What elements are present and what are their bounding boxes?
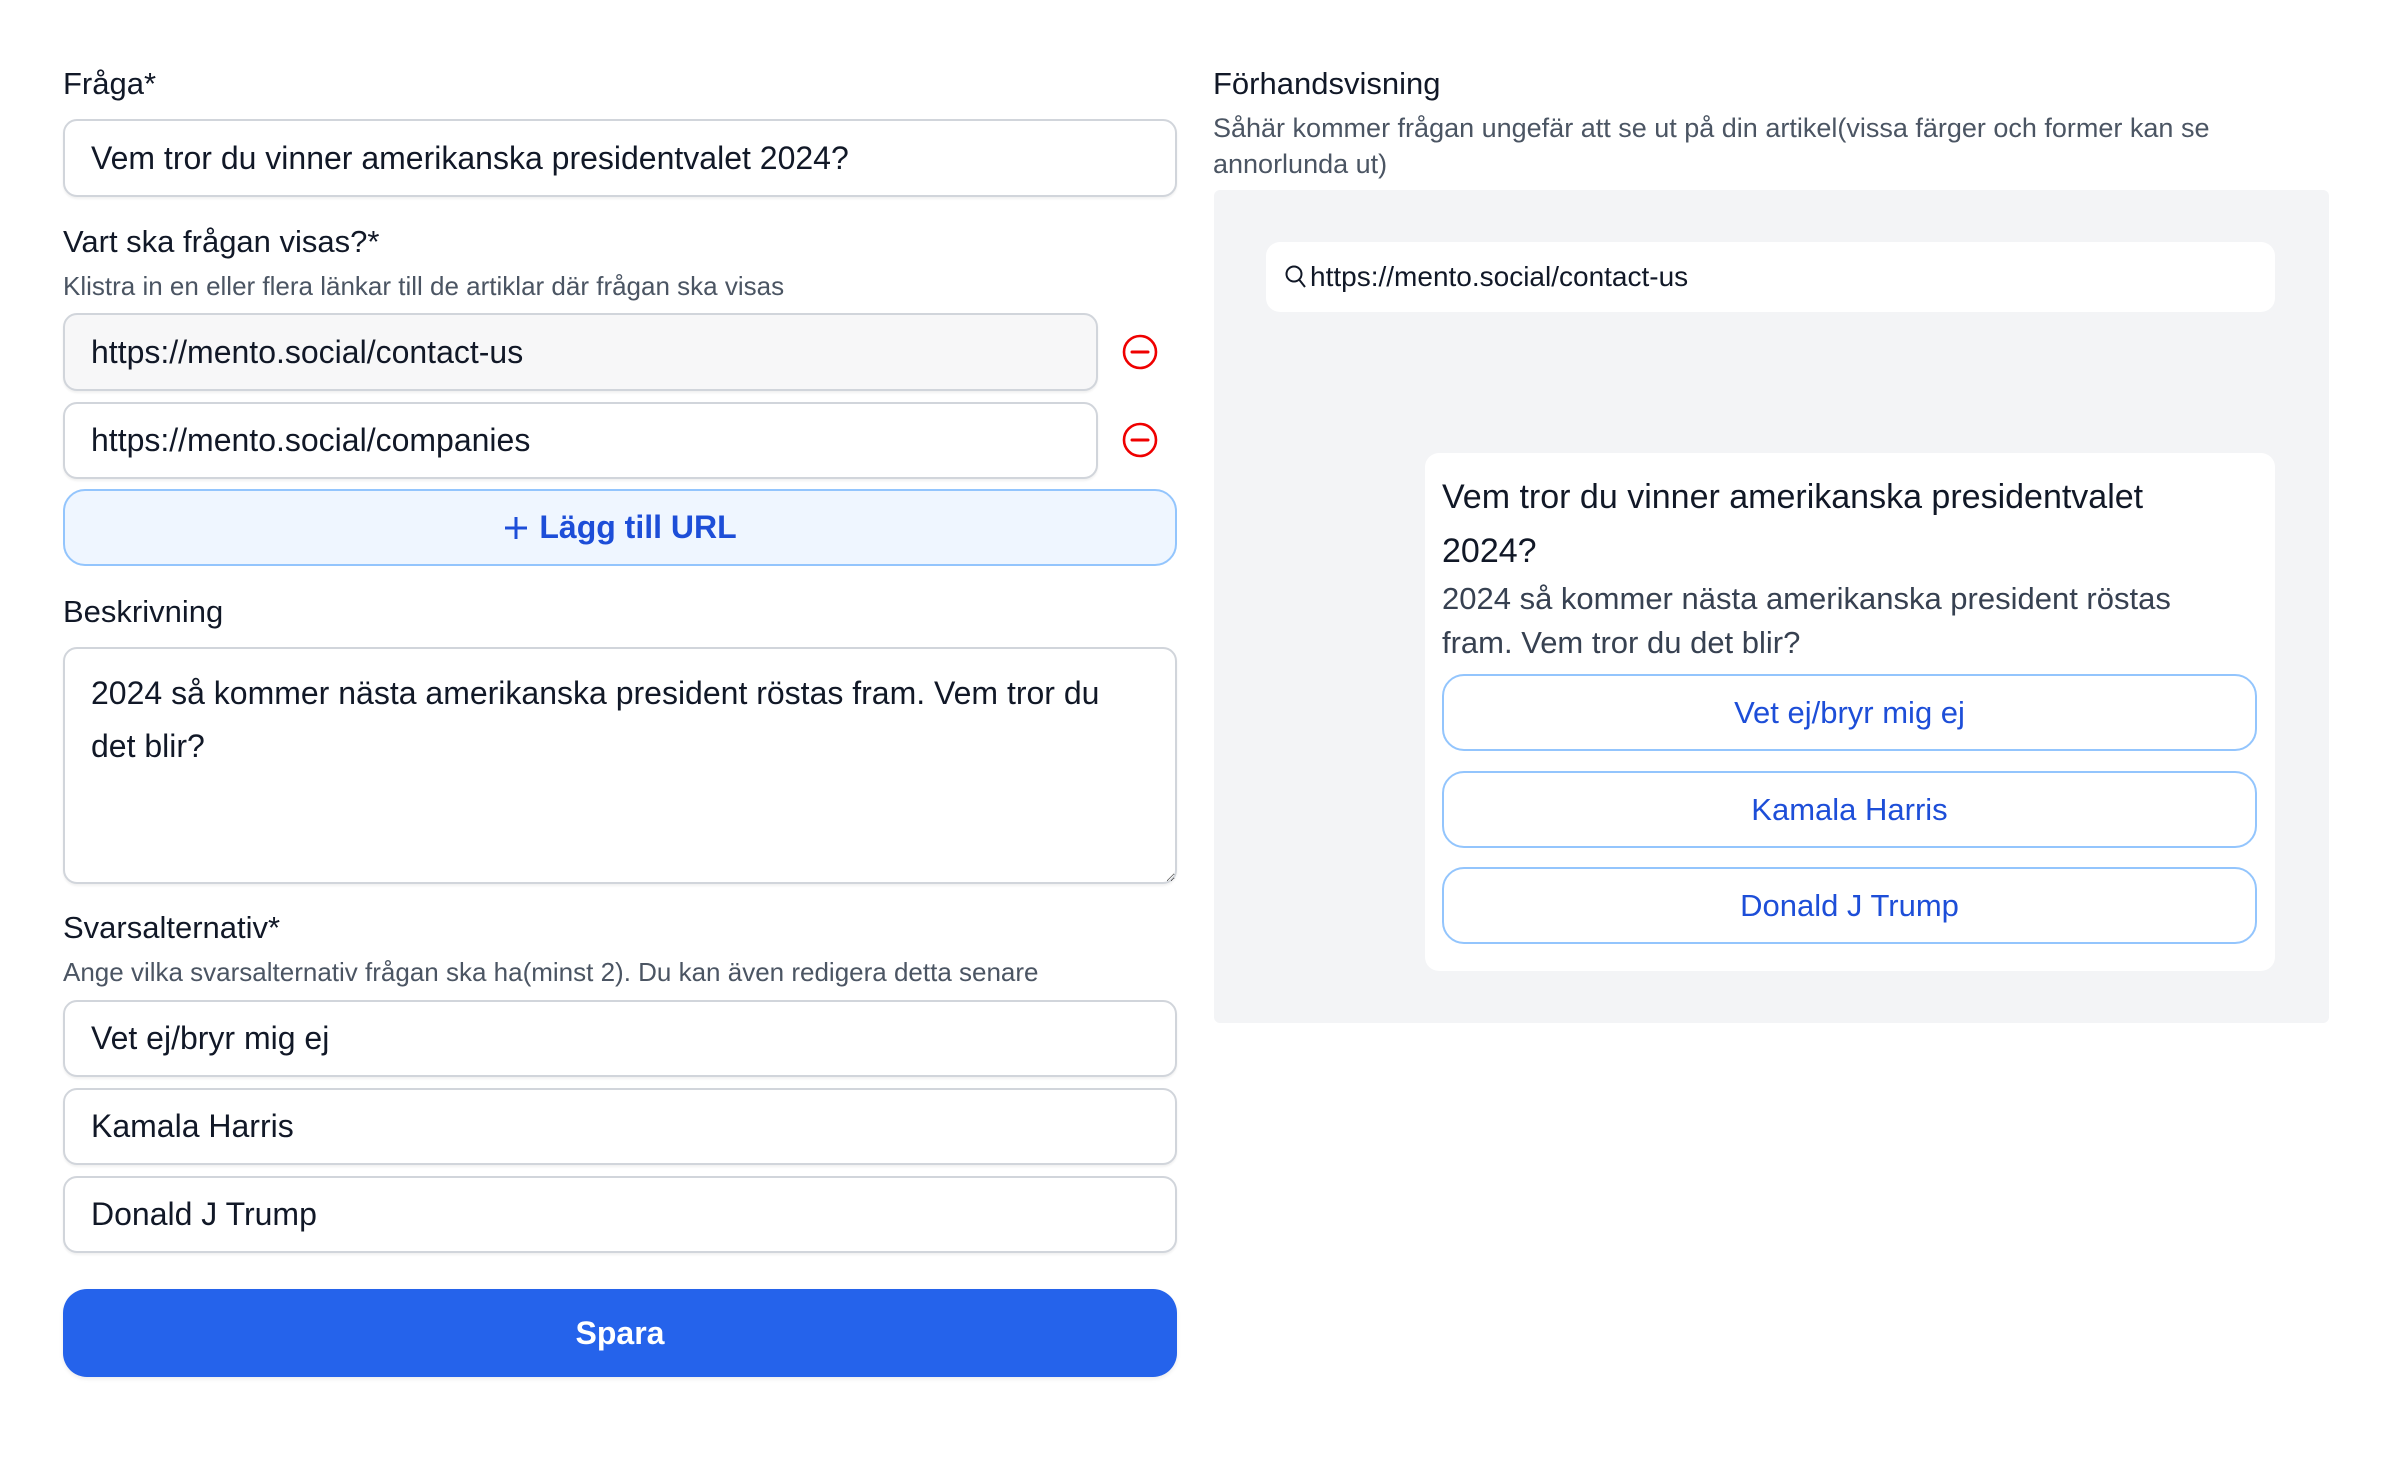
search-icon [1285,265,1306,288]
save-button[interactable]: Spara [63,1289,1177,1377]
remove-url-button[interactable] [1121,333,1159,371]
preview-search-bar: https://mento.social/contact-us [1266,242,2275,312]
preview-card-description: 2024 så kommer nästa amerikanska preside… [1442,581,2171,660]
preview-description: Såhär kommer frågan ungefär att se ut på… [1213,113,2210,179]
preview-option-button[interactable]: Kamala Harris [1442,771,2257,848]
urls-label: Vart ska frågan visas?* [63,224,380,259]
url-input-value: https://mento.social/companies [91,422,531,458]
option-input[interactable]: Vet ej/bryr mig ej [63,1000,1177,1077]
preview-title: Förhandsvisning [1213,66,1441,101]
url-input[interactable]: https://mento.social/contact-us [63,313,1098,391]
option-input-value: Kamala Harris [91,1108,294,1144]
option-input[interactable]: Donald J Trump [63,1176,1177,1253]
question-input[interactable]: Vem tror du vinner amerikanska president… [63,119,1177,197]
remove-url-button[interactable] [1121,421,1159,459]
minus-circle-icon [1122,422,1158,458]
minus-circle-icon [1122,334,1158,370]
option-input[interactable]: Kamala Harris [63,1088,1177,1165]
url-input-value: https://mento.social/contact-us [91,333,524,370]
preview-option-button[interactable]: Vet ej/bryr mig ej [1442,674,2257,751]
add-url-button[interactable]: Lägg till URL [63,489,1177,566]
question-input-value: Vem tror du vinner amerikanska president… [91,139,849,176]
option-input-value: Vet ej/bryr mig ej [91,1020,330,1056]
description-label: Beskrivning [63,594,224,629]
option-input-value: Donald J Trump [91,1196,317,1232]
url-input[interactable]: https://mento.social/companies [63,402,1098,479]
add-url-label: Lägg till URL [539,509,737,545]
preview-search-url: https://mento.social/contact-us [1310,261,1689,292]
options-label: Svarsalternativ* [63,910,281,945]
question-label: Fråga* [63,66,157,101]
options-helper: Ange vilka svarsalternativ frågan ska ha… [63,957,1039,987]
urls-helper: Klistra in en eller flera länkar till de… [63,271,785,301]
preview-card-question: Vem tror du vinner amerikanska president… [1442,478,2144,570]
description-textarea[interactable] [63,647,1177,884]
plus-icon [505,516,528,539]
preview-option-button[interactable]: Donald J Trump [1442,867,2257,944]
